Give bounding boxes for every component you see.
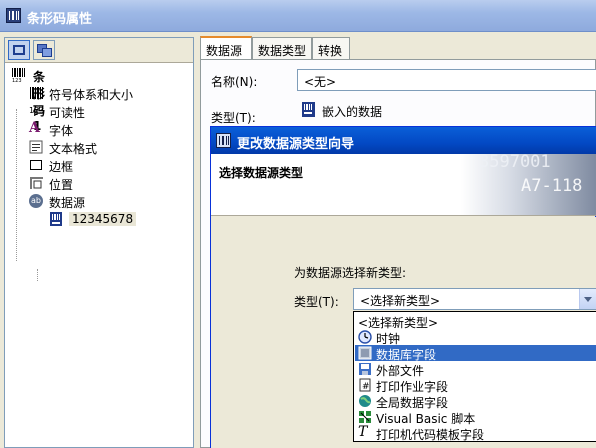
- chevron-down-icon[interactable]: [579, 289, 596, 309]
- type-display: 嵌入的数据: [297, 98, 596, 120]
- type-label: 类型(T):: [211, 111, 256, 125]
- vb-script-icon: [359, 411, 371, 423]
- option-label: 打印机代码模板字段: [376, 428, 485, 442]
- wizard-title: 更改数据源类型向导: [237, 137, 355, 152]
- type-value: 嵌入的数据: [322, 105, 383, 119]
- name-value: <无>: [304, 75, 337, 89]
- tree-leaf-label: 12345678: [69, 212, 137, 226]
- printer-template-icon: T: [358, 424, 368, 440]
- banner-text: A7-118: [521, 176, 583, 196]
- wizard-type-label: 类型(T):: [294, 295, 339, 309]
- option-database-field[interactable]: 数据库字段: [355, 345, 596, 362]
- object-tree-panel: 123 条形码 1 符号体系和大小 123 可读性 A 字体 文本格式 边框 位…: [4, 37, 194, 448]
- datasource-wizard-dialog: 更改数据源类型向导 选择数据源类型 3597001 A7-118 为数据源选择新…: [210, 126, 596, 448]
- svg-text:123: 123: [12, 78, 22, 82]
- position-icon: [30, 177, 43, 189]
- tree-item-label: 数据源: [49, 196, 86, 210]
- font-icon: A: [29, 120, 40, 136]
- readable-text-icon: 123: [29, 106, 45, 115]
- globe-icon: [359, 395, 371, 407]
- text-format-icon: [29, 140, 43, 154]
- wizard-title-bar: 更改数据源类型向导: [211, 127, 596, 154]
- barcode-app-icon: [216, 133, 231, 148]
- banner-text: 3597001: [479, 154, 551, 172]
- embedded-data-icon: [302, 102, 315, 117]
- svg-text:#: #: [362, 382, 370, 392]
- wizard-heading: 选择数据源类型: [219, 166, 304, 180]
- print-job-icon: #: [359, 378, 371, 392]
- tab-conversion[interactable]: 转换: [312, 37, 350, 59]
- tab-data-type[interactable]: 数据类型: [252, 37, 312, 59]
- option-select-new-type[interactable]: <选择新类型>: [355, 313, 596, 330]
- database-icon: [358, 346, 372, 360]
- name-field[interactable]: <无>: [297, 69, 596, 91]
- tree-item-label: 边框: [49, 160, 74, 174]
- tree-item-label: 文本格式: [49, 142, 98, 156]
- tree-item-label: 位置: [49, 178, 74, 192]
- new-type-dropdown-list: <选择新类型> 时钟 数据库字段 外部文件 # 打印作业字段 全局数据字段 Vi…: [353, 311, 596, 442]
- wizard-banner-image: 3597001 A7-118: [461, 154, 596, 215]
- tree-item-label: 字体: [49, 124, 74, 138]
- option-printer-code-template-field[interactable]: T 打印机代码模板字段: [355, 425, 596, 441]
- barcode-app-icon: [6, 8, 21, 23]
- wizard-header: 选择数据源类型 3597001 A7-118: [211, 154, 596, 216]
- file-icon: [359, 363, 371, 375]
- select-object-button[interactable]: [8, 40, 30, 60]
- wizard-prompt: 为数据源选择新类型:: [294, 266, 407, 280]
- barcode-icon: [30, 87, 43, 99]
- option-print-job-field[interactable]: # 打印作业字段: [355, 377, 596, 394]
- new-type-select[interactable]: <选择新类型>: [353, 288, 596, 310]
- embedded-data-icon: [50, 212, 62, 226]
- datasource-icon: ab: [29, 194, 43, 208]
- layers-button[interactable]: [33, 40, 55, 60]
- border-icon: [30, 160, 42, 170]
- name-label: 名称(N):: [211, 75, 258, 89]
- option-clock[interactable]: 时钟: [355, 329, 596, 346]
- option-vb-script[interactable]: Visual Basic 脚本: [355, 409, 596, 426]
- tree-item-label: 符号体系和大小: [49, 88, 134, 102]
- barcode-icon: 123: [12, 68, 25, 82]
- tree-item-label: 可读性: [49, 106, 86, 120]
- tree-toolbar: [5, 38, 193, 63]
- clock-icon: [358, 330, 372, 344]
- window-title-bar: 条形码属性: [0, 0, 596, 32]
- window-title: 条形码属性: [27, 12, 93, 27]
- new-type-value: <选择新类型>: [360, 294, 441, 308]
- option-global-data-field[interactable]: 全局数据字段: [355, 393, 596, 410]
- tab-datasource[interactable]: 数据源: [200, 36, 252, 60]
- option-external-file[interactable]: 外部文件: [355, 361, 596, 378]
